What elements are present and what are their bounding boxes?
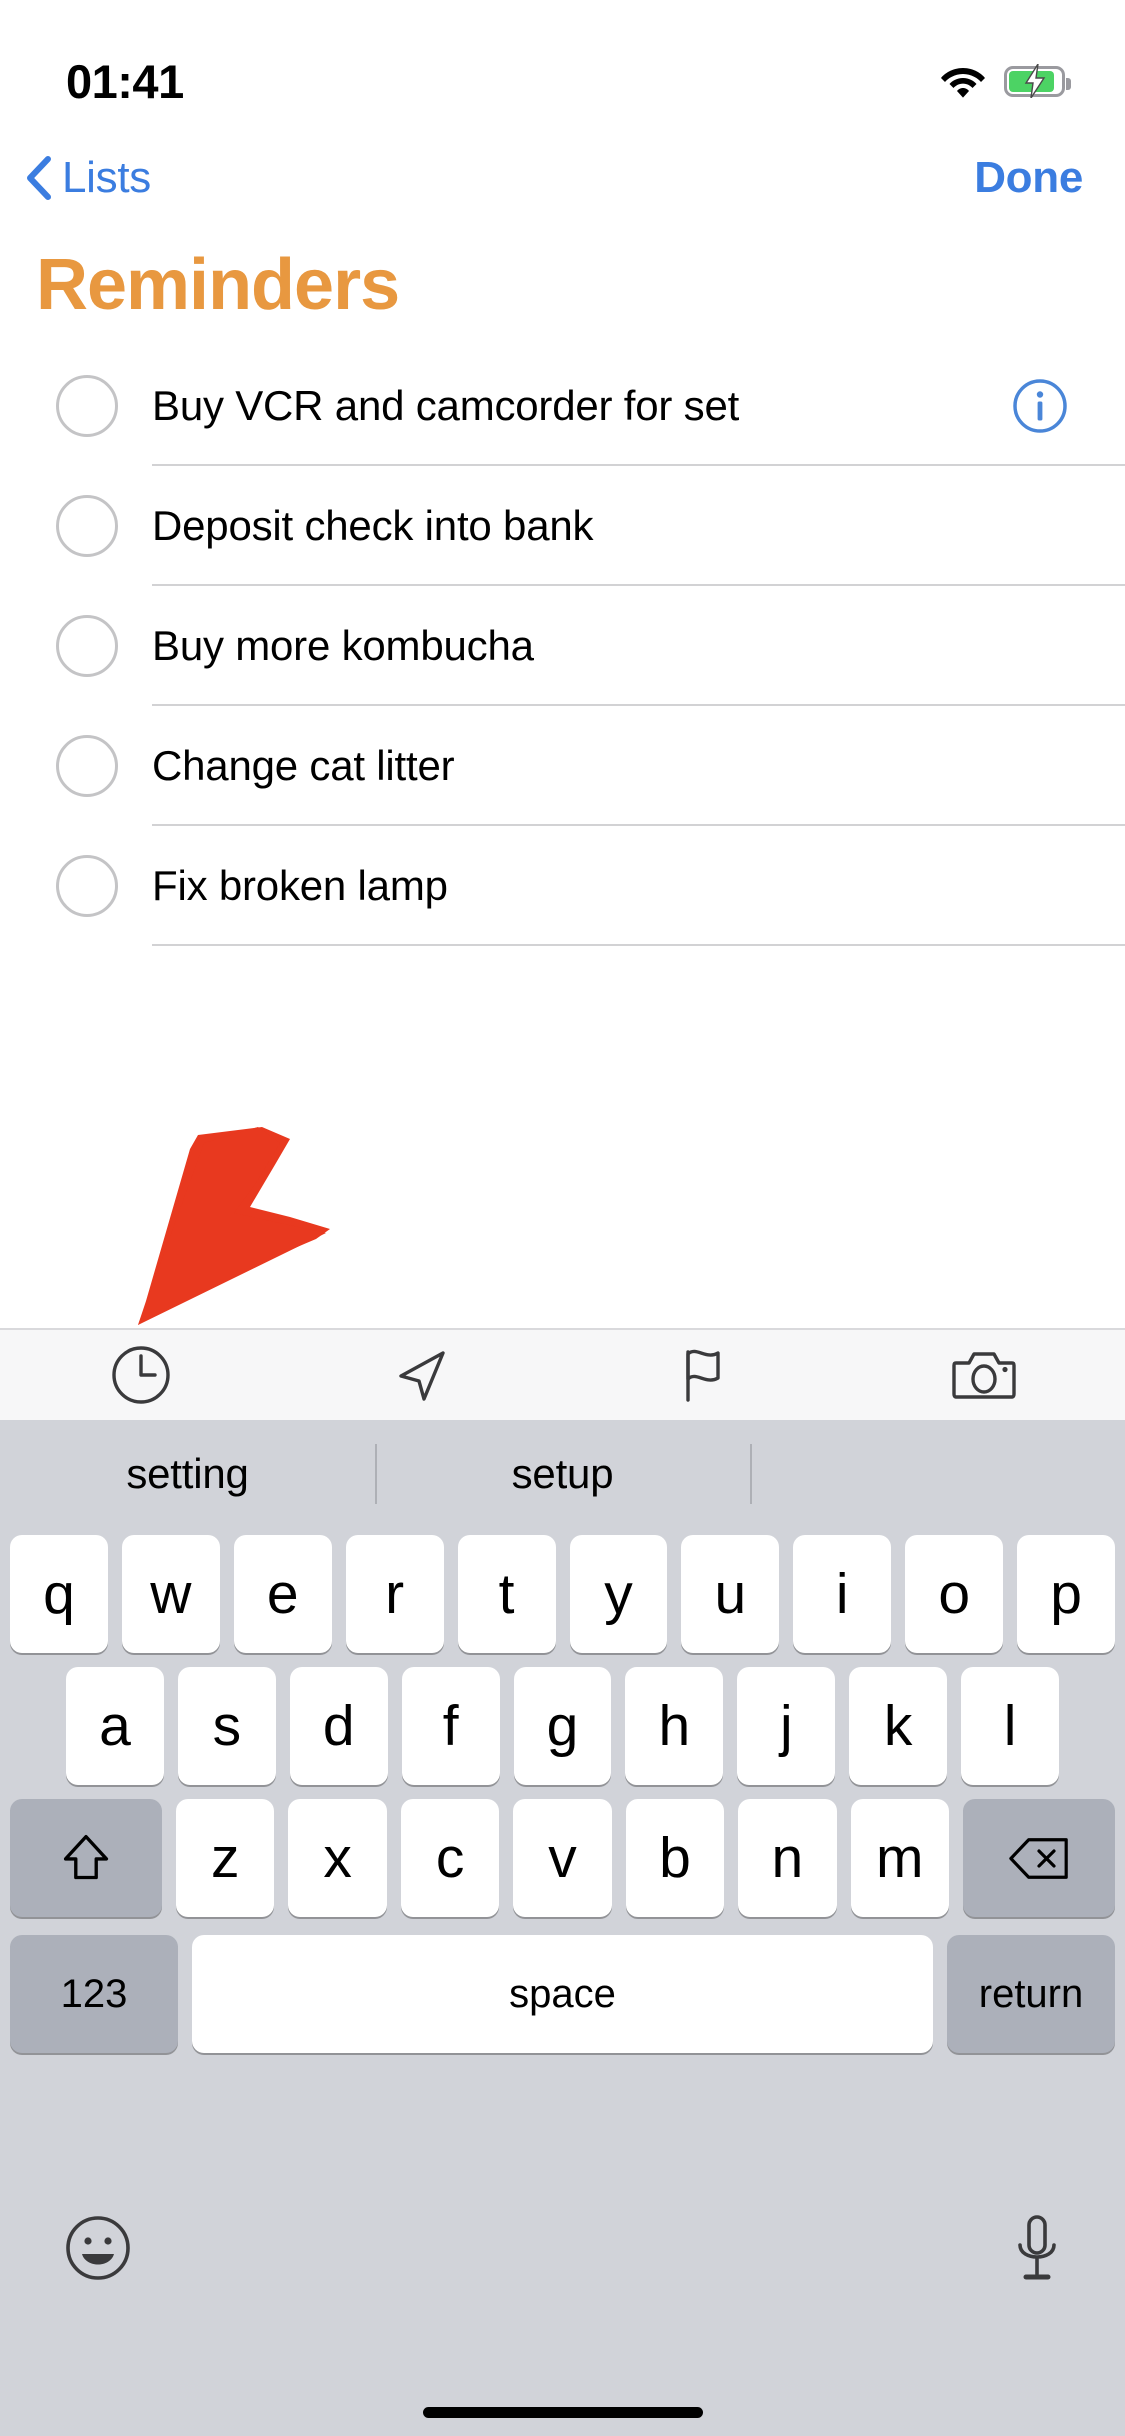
key-f[interactable]: f — [401, 1667, 500, 1785]
keyboard-row-2: a s d f g h j k l — [0, 1660, 1125, 1792]
reminder-checkbox[interactable] — [56, 375, 118, 437]
key-j[interactable]: j — [737, 1667, 836, 1785]
numbers-key[interactable]: 123 — [10, 1935, 178, 2053]
suggestion-item[interactable]: setting — [0, 1420, 375, 1528]
remind-at-time-button[interactable] — [0, 1330, 281, 1420]
key-i[interactable]: i — [793, 1535, 892, 1653]
key-s[interactable]: s — [177, 1667, 276, 1785]
battery-charging-icon — [1004, 64, 1071, 98]
keyboard-row-1: q w e r t y u i o p — [0, 1528, 1125, 1660]
suggestion-item[interactable]: setup — [375, 1420, 750, 1528]
back-button-label: Lists — [62, 153, 151, 202]
wifi-icon — [940, 64, 986, 98]
key-b[interactable]: b — [625, 1799, 725, 1917]
space-key[interactable]: space — [192, 1935, 933, 2053]
predictive-suggestion-bar: setting setup — [0, 1420, 1125, 1528]
key-e[interactable]: e — [233, 1535, 332, 1653]
reminder-checkbox[interactable] — [56, 855, 118, 917]
status-bar-indicators — [940, 64, 1071, 98]
shift-key[interactable] — [10, 1799, 163, 1917]
page-title-text: Reminders — [36, 245, 400, 325]
shift-up-arrow-icon — [60, 1831, 112, 1885]
reminder-title: Deposit check into bank — [152, 502, 594, 549]
key-a[interactable]: a — [66, 1667, 164, 1785]
backspace-key[interactable] — [962, 1799, 1115, 1917]
reminder-title: Buy more kombucha — [152, 622, 534, 669]
table-row[interactable]: Buy more kombucha — [0, 586, 1125, 706]
back-button[interactable]: Lists — [26, 153, 151, 203]
return-key[interactable]: return — [947, 1935, 1115, 2053]
key-m[interactable]: m — [850, 1799, 949, 1917]
key-v[interactable]: v — [513, 1799, 612, 1917]
reminder-title: Buy VCR and camcorder for set — [152, 382, 740, 429]
key-o[interactable]: o — [905, 1535, 1004, 1653]
onscreen-keyboard: setting setup q w e r t y u i o p a s d … — [0, 1420, 1125, 2436]
key-l[interactable]: l — [961, 1667, 1060, 1785]
key-z[interactable]: z — [176, 1799, 275, 1917]
location-arrow-icon — [391, 1344, 453, 1406]
key-n[interactable]: n — [738, 1799, 837, 1917]
reminders-list: Buy VCR and camcorder for set Deposit ch… — [0, 346, 1125, 1328]
info-icon[interactable] — [1011, 377, 1069, 435]
key-t[interactable]: t — [457, 1535, 556, 1653]
status-bar: 01:41 — [0, 0, 1125, 132]
dictation-key[interactable] — [1013, 2213, 1061, 2283]
reminder-checkbox[interactable] — [56, 495, 118, 557]
row-separator — [152, 944, 1125, 946]
camera-icon — [951, 1344, 1017, 1406]
table-row[interactable]: Change cat litter — [0, 706, 1125, 826]
add-photo-button[interactable] — [844, 1330, 1125, 1420]
page-title: Reminders — [0, 224, 1125, 346]
table-row[interactable]: Deposit check into bank — [0, 466, 1125, 586]
flag-button[interactable] — [563, 1330, 844, 1420]
suggestion-item[interactable] — [750, 1420, 1125, 1528]
keyboard-utility-row — [0, 2060, 1125, 2436]
input-accessory-toolbar — [0, 1328, 1125, 1420]
emoji-smiley-icon — [64, 2214, 132, 2282]
key-p[interactable]: p — [1017, 1535, 1116, 1653]
key-w[interactable]: w — [121, 1535, 220, 1653]
key-g[interactable]: g — [513, 1667, 612, 1785]
key-k[interactable]: k — [849, 1667, 948, 1785]
table-row[interactable]: Buy VCR and camcorder for set — [0, 346, 1125, 466]
backspace-delete-icon — [1008, 1836, 1070, 1881]
key-h[interactable]: h — [625, 1667, 724, 1785]
navigation-bar: Lists Done — [0, 132, 1125, 224]
chevron-left-icon — [26, 155, 52, 201]
key-x[interactable]: x — [288, 1799, 387, 1917]
reminder-title: Fix broken lamp — [152, 862, 448, 909]
key-q[interactable]: q — [9, 1535, 108, 1653]
key-y[interactable]: y — [569, 1535, 668, 1653]
iphone-screen: 01:41 Lists Done Reminders Buy VCR and c… — [0, 0, 1125, 2436]
status-bar-time: 01:41 — [66, 54, 184, 108]
reminder-title: Change cat litter — [152, 742, 455, 789]
key-u[interactable]: u — [681, 1535, 780, 1653]
keyboard-row-4: 123 space return — [0, 1928, 1125, 2060]
clock-icon — [110, 1344, 172, 1406]
reminder-checkbox[interactable] — [56, 735, 118, 797]
key-d[interactable]: d — [289, 1667, 388, 1785]
done-button[interactable]: Done — [974, 153, 1083, 203]
remind-at-location-button[interactable] — [281, 1330, 562, 1420]
flag-icon — [672, 1344, 734, 1406]
reminder-checkbox[interactable] — [56, 615, 118, 677]
key-r[interactable]: r — [345, 1535, 444, 1653]
table-row[interactable]: Fix broken lamp — [0, 826, 1125, 946]
keyboard-row-3: z x c v b n m — [0, 1792, 1125, 1924]
key-c[interactable]: c — [400, 1799, 500, 1917]
emoji-key[interactable] — [64, 2214, 132, 2282]
microphone-icon — [1013, 2213, 1061, 2283]
